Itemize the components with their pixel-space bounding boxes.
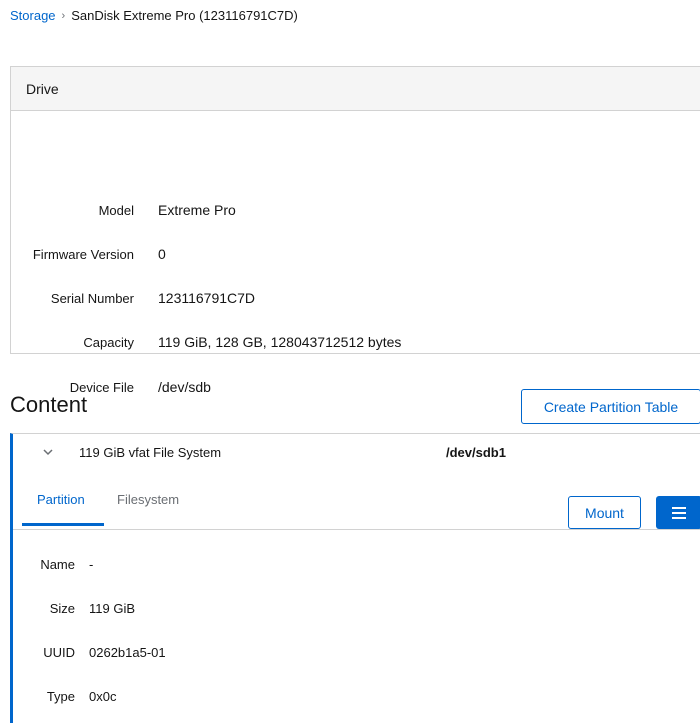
drive-value-model: Extreme Pro — [158, 202, 236, 218]
filesystem-row[interactable]: 119 GiB vfat File System /dev/sdb1 — [13, 434, 700, 472]
filesystem-name: 119 GiB vfat File System — [79, 445, 222, 460]
breadcrumb: Storage › SanDisk Extreme Pro (123116791… — [10, 8, 298, 23]
partition-label-size: Size — [49, 600, 75, 616]
partition-label-uuid: UUID — [43, 644, 75, 660]
tab-partition[interactable]: Partition — [37, 492, 85, 507]
drive-row-firmware: Firmware Version 0 — [11, 244, 700, 264]
partition-value-name: - — [89, 556, 94, 572]
drive-card: Drive Model Extreme Pro Firmware Version… — [10, 66, 700, 395]
drive-value-device-file: /dev/sdb — [158, 379, 211, 395]
breadcrumb-link-storage[interactable]: Storage — [10, 8, 56, 23]
partition-value-uuid: 0262b1a5-01 — [89, 644, 166, 660]
partition-value-type: 0x0c — [89, 688, 117, 704]
breadcrumb-current: SanDisk Extreme Pro (123116791C7D) — [71, 8, 298, 23]
partition-row-size: Size 119 GiB — [13, 598, 700, 618]
drive-row-model: Model Extreme Pro — [11, 200, 700, 220]
drive-row-capacity: Capacity 119 GiB, 128 GB, 128043712512 b… — [11, 332, 700, 352]
chevron-down-icon[interactable] — [41, 445, 55, 459]
partition-row-uuid: UUID 0262b1a5-01 — [13, 642, 700, 662]
content-title: Content — [10, 392, 88, 417]
tab-filesystem[interactable]: Filesystem — [117, 492, 179, 507]
create-partition-table-button[interactable]: Create Partition Table — [521, 389, 700, 424]
drive-row-serial: Serial Number 123116791C7D — [11, 288, 700, 308]
filesystem-block: 119 GiB vfat File System /dev/sdb1 Parti… — [10, 433, 700, 723]
partition-row-name: Name - — [13, 554, 700, 574]
drive-value-serial: 123116791C7D — [158, 290, 256, 306]
partition-label-type: Type — [46, 688, 75, 704]
drive-label-serial: Serial Number — [50, 290, 134, 306]
tab-active-indicator — [22, 523, 104, 526]
menu-button[interactable] — [656, 496, 700, 529]
drive-label-firmware: Firmware Version — [32, 246, 134, 262]
drive-value-capacity: 119 GiB, 128 GB, 128043712512 bytes — [158, 334, 402, 350]
partition-label-name: Name — [40, 556, 75, 572]
hamburger-icon — [672, 506, 686, 519]
filesystem-device: /dev/sdb1 — [446, 445, 506, 460]
breadcrumb-separator-icon: › — [61, 9, 66, 22]
drive-label-capacity: Capacity — [83, 334, 134, 350]
mount-button[interactable]: Mount — [568, 496, 641, 529]
partition-value-size: 119 GiB — [89, 600, 136, 616]
drive-label-model: Model — [98, 202, 134, 218]
partition-row-type: Type 0x0c — [13, 686, 700, 706]
tab-bar: Partition Filesystem Mount — [13, 472, 700, 530]
drive-card-header: Drive — [11, 67, 700, 111]
drive-value-firmware: 0 — [158, 246, 166, 262]
